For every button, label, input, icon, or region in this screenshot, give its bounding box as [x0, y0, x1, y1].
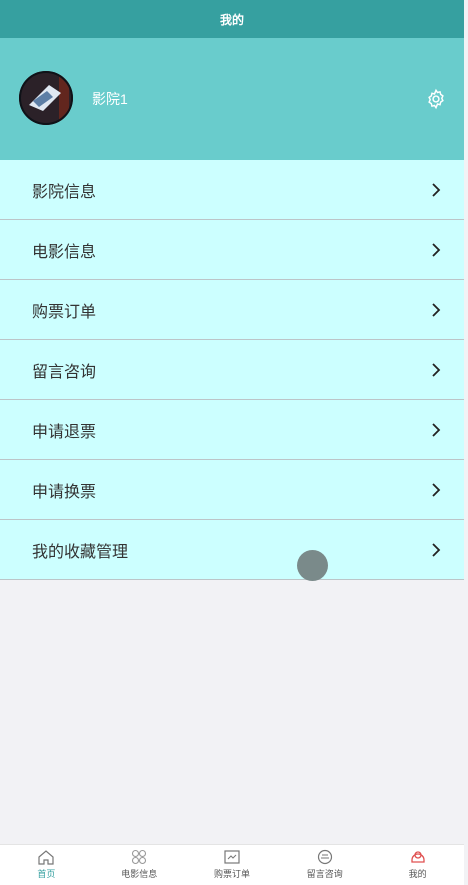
- avatar[interactable]: [19, 71, 73, 125]
- tab-label: 电影信息: [121, 869, 158, 879]
- username: 影院1: [92, 91, 128, 107]
- avatar-image: [19, 71, 73, 125]
- touch-indicator: [297, 550, 328, 581]
- menu-item-movie-info[interactable]: 电影信息: [0, 220, 464, 280]
- menu-item-label: 电影信息: [32, 243, 97, 261]
- chevron-right-icon: [432, 242, 441, 257]
- menu-item-label: 留言咨询: [32, 363, 97, 381]
- menu-item-messages[interactable]: 留言咨询: [0, 340, 464, 400]
- menu-item-label: 影院信息: [32, 183, 97, 201]
- menu-item-exchange-request[interactable]: 申请换票: [0, 460, 464, 520]
- ticket-icon: [224, 850, 240, 864]
- tab-label: 留言咨询: [306, 869, 343, 879]
- message-icon: [317, 849, 332, 865]
- chevron-right-icon: [432, 182, 441, 197]
- menu-list: 影院信息 电影信息 购票订单 留言咨询 申请退票 申请换票 我的收藏管理: [0, 160, 464, 580]
- tab-label: 首页: [37, 869, 56, 879]
- tab-bar: 首页 电影信息 购票订单 留言咨询 我的: [0, 844, 464, 885]
- tab-label: 我的: [408, 869, 427, 879]
- nav-bar: 我的: [0, 0, 464, 38]
- tab-label: 购票订单: [213, 869, 250, 879]
- tab-mine[interactable]: 我的: [371, 845, 464, 885]
- chevron-right-icon: [432, 482, 441, 497]
- chevron-right-icon: [432, 362, 441, 377]
- tab-messages[interactable]: 留言咨询: [278, 845, 371, 885]
- grid-icon: [132, 849, 147, 865]
- menu-item-label: 申请换票: [32, 483, 97, 501]
- menu-item-favorites[interactable]: 我的收藏管理: [0, 520, 464, 580]
- menu-item-ticket-orders[interactable]: 购票订单: [0, 280, 464, 340]
- gear-icon[interactable]: [425, 88, 447, 110]
- tab-movie-info[interactable]: 电影信息: [93, 845, 186, 885]
- tab-home[interactable]: 首页: [0, 845, 93, 885]
- menu-item-label: 购票订单: [32, 303, 97, 321]
- profile-header: 影院1: [0, 38, 464, 160]
- home-icon: [38, 850, 54, 865]
- menu-item-label: 我的收藏管理: [32, 543, 129, 561]
- chevron-right-icon: [432, 302, 441, 317]
- page-title: 我的: [219, 12, 244, 27]
- user-icon: [410, 851, 425, 863]
- menu-item-cinema-info[interactable]: 影院信息: [0, 160, 464, 220]
- menu-item-label: 申请退票: [32, 423, 97, 441]
- menu-item-refund-request[interactable]: 申请退票: [0, 400, 464, 460]
- chevron-right-icon: [432, 542, 441, 557]
- tab-ticket-orders[interactable]: 购票订单: [186, 845, 279, 885]
- chevron-right-icon: [432, 422, 441, 437]
